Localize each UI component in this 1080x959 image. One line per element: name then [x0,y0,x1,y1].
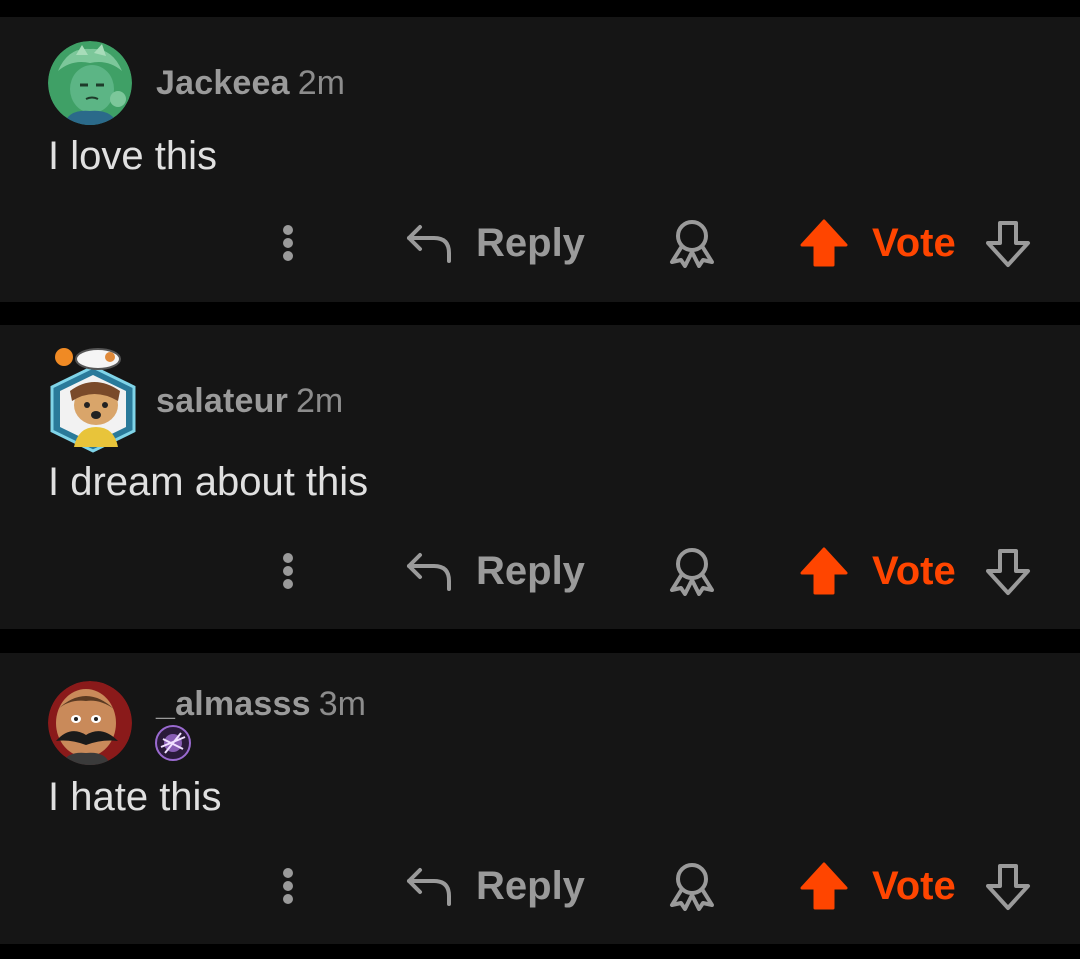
comment-age: 2m [296,382,344,420]
downvote-button[interactable] [982,860,1034,912]
upvote-arrow-icon [800,219,848,267]
reply-button[interactable]: Reply [404,216,585,270]
more-vertical-icon [283,868,293,904]
more-vertical-icon [283,553,293,589]
comment-body: I hate this [48,775,222,819]
comment-actions: Reply Vote [0,856,1080,916]
comment-actions: Reply Vote [0,213,1080,273]
comment-actions: Reply Vote [0,541,1080,601]
award-icon [670,863,714,911]
award-icon [670,220,714,268]
comment-card: salateur 2m I dream about this Reply Vot… [0,325,1080,629]
upvote-button[interactable] [796,545,852,597]
upvote-arrow-icon [800,862,848,910]
downvote-button[interactable] [982,217,1034,269]
more-options-button[interactable] [268,861,308,911]
award-button[interactable] [664,546,720,596]
reply-arrow-icon [407,225,451,263]
downvote-button[interactable] [982,545,1034,597]
avatar[interactable] [48,347,136,453]
purple-magic-flair-icon [155,725,191,761]
downvote-arrow-icon [986,549,1030,595]
upvote-arrow-icon [800,547,848,595]
comment-body: I dream about this [48,460,369,504]
more-vertical-icon [283,225,293,261]
award-button[interactable] [664,861,720,911]
username[interactable]: _almasss [156,685,311,723]
comment-meta: salateur 2m [156,381,343,421]
username[interactable]: salateur [156,382,288,420]
upvote-button[interactable] [796,860,852,912]
reply-arrow-icon [407,553,451,591]
comment-body: I love this [48,134,217,178]
reply-button[interactable]: Reply [404,544,585,598]
comment-age: 2m [297,64,345,102]
more-options-button[interactable] [268,546,308,596]
reply-button[interactable]: Reply [404,859,585,913]
comment-card: _almasss 3m I hate this Reply Vote [0,653,1080,944]
downvote-arrow-icon [986,864,1030,910]
comment-age: 3m [318,685,366,723]
award-icon [670,548,714,596]
more-options-button[interactable] [268,218,308,268]
reply-arrow-icon [407,868,451,906]
avatar[interactable] [48,681,132,765]
vote-label: Vote [872,864,956,908]
comment-meta: Jackeea 2m [156,63,345,103]
reply-label: Reply [476,548,585,593]
avatar[interactable] [48,41,132,125]
downvote-arrow-icon [986,221,1030,267]
reply-label: Reply [476,220,585,265]
upvote-button[interactable] [796,217,852,269]
vote-label: Vote [872,221,956,265]
reply-label: Reply [476,863,585,908]
vote-label: Vote [872,549,956,593]
comment-meta: _almasss 3m [156,684,366,724]
username[interactable]: Jackeea [156,64,290,102]
award-button[interactable] [664,218,720,268]
comment-card: Jackeea 2m I love this Reply Vote [0,17,1080,302]
